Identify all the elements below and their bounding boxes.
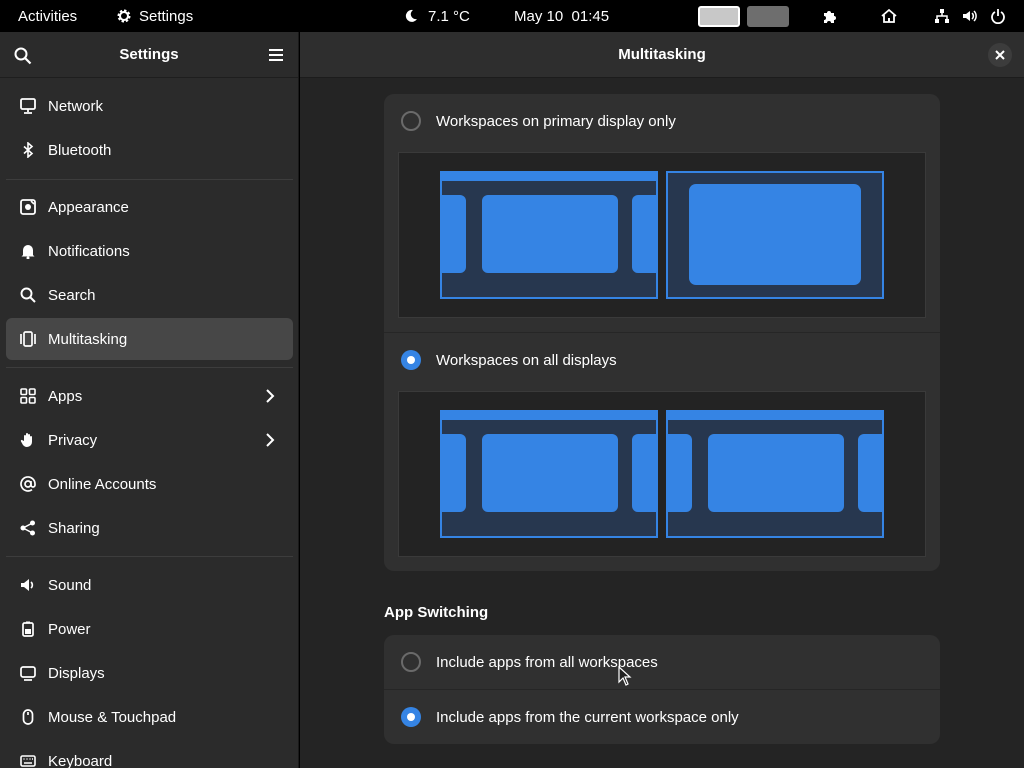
gear-icon [117,9,131,23]
chevron-right-icon [266,389,275,403]
sidebar-header: Settings [0,32,298,78]
top-bar: Activities Settings 7.1 °C May 10 01:45 [0,0,1024,32]
sidebar-item-label: Sharing [48,519,100,537]
activities-button[interactable]: Activities [18,0,77,32]
sidebar-item-online-accounts[interactable]: Online Accounts [6,463,293,505]
volume-icon[interactable] [962,8,978,24]
sidebar-item-label: Search [48,286,96,304]
extension-icon[interactable] [822,8,838,24]
sidebar-item-displays[interactable]: Displays [6,652,293,694]
chevron-right-icon [266,433,275,447]
radio-all-displays[interactable] [401,350,421,370]
close-button[interactable] [988,43,1012,67]
option-primary-display[interactable]: Workspaces on primary display only [384,94,940,148]
app-switching-card: Include apps from all workspaces Include… [384,635,940,744]
apps-icon [20,388,36,404]
sidebar-item-keyboard[interactable]: Keyboard [6,740,293,768]
close-icon [995,50,1005,60]
wired-network-icon[interactable] [934,8,950,24]
bell-icon [21,245,35,259]
workspace-1-indicator[interactable] [698,6,740,27]
multi-monitor-card: Workspaces on primary display only Works… [384,94,940,571]
bluetooth-icon [23,142,34,158]
preview-monitor-right [666,410,884,538]
sidebar-item-label: Mouse & Touchpad [48,708,177,726]
speaker-icon [21,579,34,591]
sidebar-item-search[interactable]: Search [6,274,293,316]
sidebar-item-label: Online Accounts [48,475,157,493]
sidebar-item-multitasking[interactable]: Multitasking [6,318,293,360]
sidebar-divider [6,179,293,180]
radio-current-workspace[interactable] [401,707,421,727]
sidebar-divider [6,367,293,368]
sidebar-item-appearance[interactable]: Appearance [6,186,293,228]
weather-indicator[interactable]: 7.1 °C [404,0,470,32]
option-all-workspaces[interactable]: Include apps from all workspaces [384,635,940,689]
home-icon[interactable] [881,8,897,24]
hand-icon [20,433,32,447]
moon-icon [405,9,417,22]
network-icon [20,98,36,114]
app-name: Settings [139,7,194,25]
hamburger-menu-icon[interactable] [268,48,284,62]
preview-monitor-left [440,410,658,538]
workspace-2-indicator[interactable] [747,6,789,27]
sidebar-title: Settings [119,46,179,63]
multitasking-icon [20,331,36,347]
share-icon [20,520,35,536]
main-panel: Multitasking Workspaces on primary displ… [300,32,1024,768]
sidebar: Settings Network Bluetooth Appearance No… [0,32,299,768]
sidebar-item-label: Keyboard [48,752,113,768]
power-icon[interactable] [990,8,1006,24]
option-current-workspace[interactable]: Include apps from the current workspace … [384,690,940,744]
radio-primary-display[interactable] [401,111,421,131]
section-title-app-switching: App Switching [384,604,489,621]
sidebar-item-label: Displays [48,664,105,682]
search-icon [20,287,36,303]
primary-display-preview [398,152,926,318]
keyboard-icon [20,755,36,767]
mouse-icon [22,709,34,725]
sidebar-item-network[interactable]: Network [6,85,293,127]
sidebar-item-label: Appearance [48,198,129,216]
appearance-icon [20,199,36,215]
sidebar-item-power[interactable]: Power [6,608,293,650]
sidebar-item-label: Notifications [48,242,130,260]
display-icon [20,666,36,681]
app-menu[interactable]: Settings [116,0,193,32]
radio-all-workspaces[interactable] [401,652,421,672]
sidebar-item-privacy[interactable]: Privacy [6,419,293,461]
sidebar-item-mouse-touchpad[interactable]: Mouse & Touchpad [6,696,293,738]
option-label: Workspaces on all displays [436,351,617,369]
sidebar-item-label: Sound [48,576,92,594]
header-bar: Multitasking [300,32,1024,78]
mouse-cursor-icon [618,666,632,686]
preview-monitor-right [666,171,884,299]
sidebar-item-apps[interactable]: Apps [6,375,293,417]
sidebar-item-label: Bluetooth [48,141,112,159]
sidebar-item-label: Apps [48,387,83,405]
temperature: 7.1 °C [428,7,470,25]
option-label: Include apps from the current workspace … [436,708,739,726]
sidebar-item-sound[interactable]: Sound [6,564,293,606]
at-icon [20,476,36,492]
sidebar-divider [6,556,293,557]
option-label: Workspaces on primary display only [436,112,676,130]
option-all-displays[interactable]: Workspaces on all displays [384,333,940,387]
all-displays-preview [398,391,926,557]
sidebar-item-sharing[interactable]: Sharing [6,507,293,549]
preview-monitor-left [440,171,658,299]
battery-icon [22,621,34,637]
sidebar-item-label: Power [48,620,91,638]
sidebar-item-label: Network [48,97,104,115]
sidebar-item-notifications[interactable]: Notifications [6,230,293,272]
page-title: Multitasking [618,46,706,63]
sidebar-item-bluetooth[interactable]: Bluetooth [6,129,293,171]
search-icon[interactable] [14,47,32,65]
clock[interactable]: May 10 01:45 [514,0,609,32]
sidebar-item-label: Multitasking [48,330,128,348]
sidebar-item-label: Privacy [48,431,98,449]
